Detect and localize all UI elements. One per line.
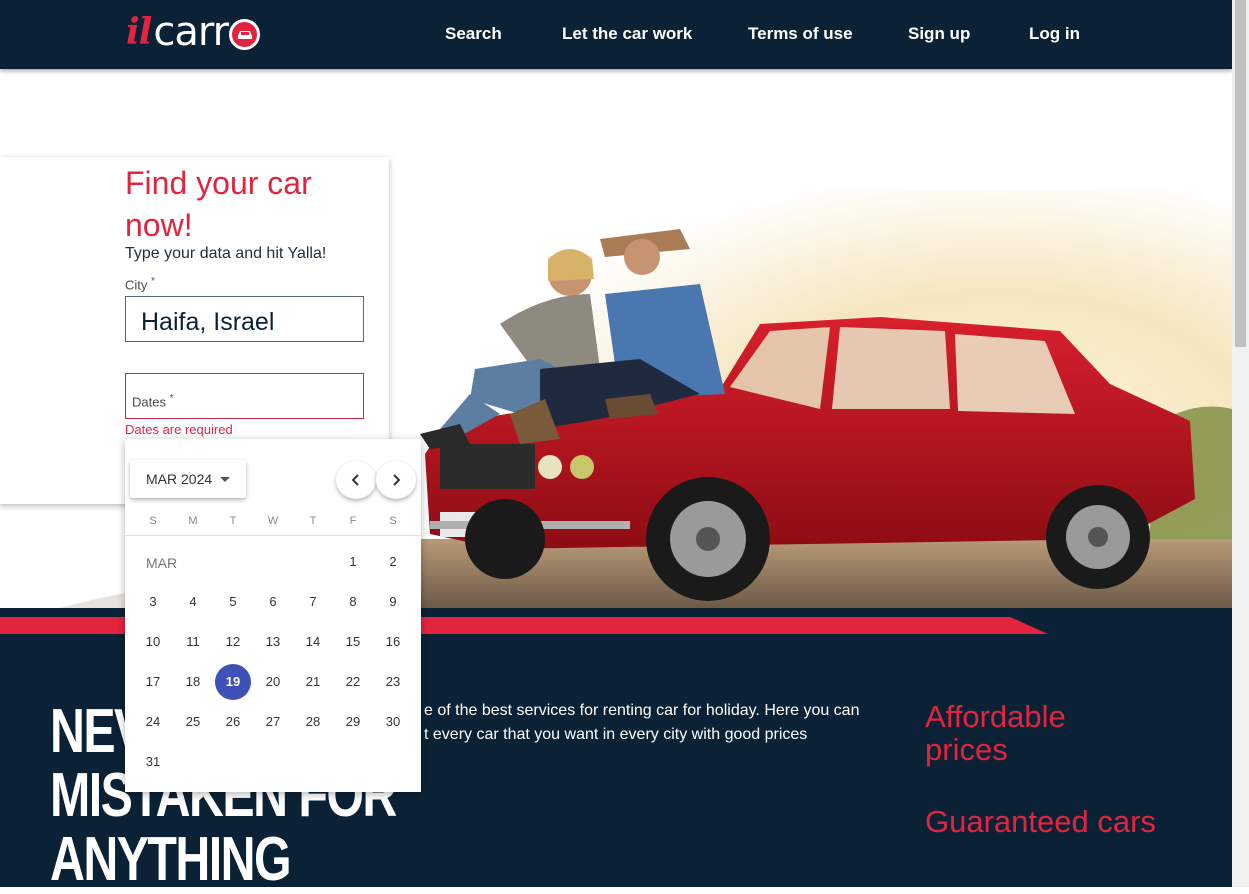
calendar-day[interactable]: 6: [255, 584, 291, 620]
weekday-monday: M: [188, 515, 198, 527]
weekday-friday: F: [349, 515, 357, 527]
calendar-day[interactable]: 27: [255, 704, 291, 740]
period-select-button[interactable]: MAR 2024: [130, 460, 246, 498]
nav-terms-of-use-link[interactable]: Terms of use: [748, 24, 853, 44]
calendar-day[interactable]: 2: [375, 544, 411, 580]
calendar-day[interactable]: 22: [335, 664, 371, 700]
scrollbar-thumb[interactable]: [1235, 0, 1246, 347]
city-field[interactable]: [125, 296, 364, 342]
dates-error-message: Dates are required: [125, 422, 233, 437]
page-scrollbar[interactable]: [1232, 0, 1249, 887]
chevron-right-icon: [393, 474, 401, 486]
calendar-day[interactable]: 1: [335, 544, 371, 580]
calendar-day[interactable]: 28: [295, 704, 331, 740]
top-navbar: il carr Search Let the car work Terms of…: [0, 0, 1232, 69]
calendar-day[interactable]: 9: [375, 584, 411, 620]
calendar-day[interactable]: 16: [375, 624, 411, 660]
period-label: MAR 2024: [146, 471, 213, 487]
calendar-day[interactable]: 23: [375, 664, 411, 700]
calendar-day[interactable]: 12: [215, 624, 251, 660]
slogan-line-3: ANYTHING: [50, 825, 292, 894]
city-label-text: City: [125, 277, 148, 293]
calendar-day[interactable]: 17: [135, 664, 171, 700]
calendar-day[interactable]: 10: [135, 624, 171, 660]
calendar-day[interactable]: 14: [295, 624, 331, 660]
logo-carr-text: carr: [153, 9, 229, 55]
calendar-day[interactable]: 25: [175, 704, 211, 740]
weekday-thursday: T: [309, 515, 317, 527]
calendar-day[interactable]: 31: [135, 744, 171, 780]
weekday-tuesday: T: [229, 515, 237, 527]
nav-search-link[interactable]: Search: [445, 24, 502, 44]
feature-affordable-prices: Affordable prices: [925, 699, 1066, 767]
weekday-saturday: S: [389, 515, 397, 527]
dates-label-text: Dates: [132, 394, 166, 410]
nav-let-the-car-work-link[interactable]: Let the car work: [562, 24, 692, 44]
city-input[interactable]: [139, 307, 363, 338]
calendar-day-selected[interactable]: 19: [215, 664, 251, 700]
form-subtitle: Type your data and hit Yalla!: [125, 245, 327, 262]
calendar-day[interactable]: 21: [295, 664, 331, 700]
calendar-day[interactable]: 24: [135, 704, 171, 740]
previous-month-button[interactable]: [336, 461, 376, 499]
calendar-day[interactable]: 20: [255, 664, 291, 700]
calendar-day[interactable]: 3: [135, 584, 171, 620]
calendar-day[interactable]: 29: [335, 704, 371, 740]
calendar-day[interactable]: 5: [215, 584, 251, 620]
chevron-left-icon: [351, 474, 359, 486]
date-picker-popup: MAR 2024 S M T W T F S MAR 1 2 3 4 5 6 7 8 9 10 11…: [125, 439, 421, 792]
calendar-day[interactable]: 18: [175, 664, 211, 700]
ilcarro-logo[interactable]: il carr: [126, 9, 261, 55]
weekday-wednesday: W: [267, 515, 279, 527]
calendar-day[interactable]: 26: [215, 704, 251, 740]
required-mark: *: [151, 276, 155, 287]
required-mark: *: [169, 393, 174, 404]
calendar-day[interactable]: 8: [335, 584, 371, 620]
nav-sign-up-link[interactable]: Sign up: [908, 24, 970, 44]
month-label: MAR: [146, 555, 178, 571]
calendar-day[interactable]: 4: [175, 584, 211, 620]
calendar-day[interactable]: 7: [295, 584, 331, 620]
dropdown-caret-icon: [220, 476, 231, 482]
nav-log-in-link[interactable]: Log in: [1029, 24, 1080, 44]
car-icon: [229, 18, 261, 50]
weekday-sunday: S: [149, 515, 157, 527]
form-title: Find your car now!: [125, 165, 312, 243]
calendar-day[interactable]: 11: [175, 624, 211, 660]
feature-guaranteed-cars: Guaranteed cars: [925, 804, 1156, 839]
calendar-day[interactable]: 15: [335, 624, 371, 660]
logo-il-text: il: [126, 11, 152, 53]
next-month-button[interactable]: [376, 461, 416, 499]
calendar-day[interactable]: 13: [255, 624, 291, 660]
calendar-day[interactable]: 30: [375, 704, 411, 740]
calendar-divider: [125, 535, 421, 536]
city-label: City *: [125, 276, 155, 292]
dates-field[interactable]: Dates *: [125, 373, 364, 419]
dates-label: Dates *: [132, 393, 174, 409]
